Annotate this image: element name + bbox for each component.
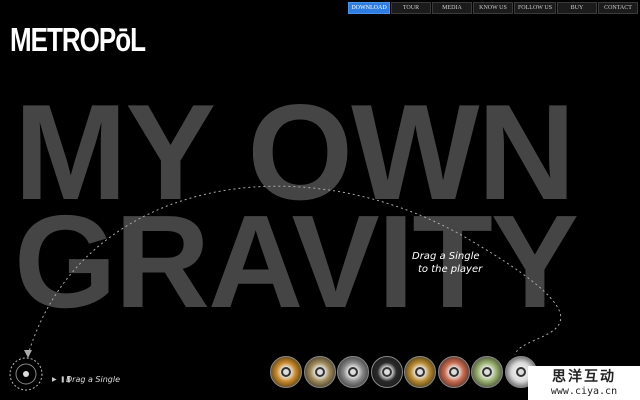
single-disc[interactable] <box>303 356 336 388</box>
disc-center <box>515 367 526 377</box>
single-disc[interactable] <box>270 356 302 388</box>
drag-hint-line-1: Drag a Single <box>412 251 480 262</box>
drag-hint: Drag a Single to the player <box>412 250 482 276</box>
disc-center <box>448 367 459 377</box>
watermark-url: www.ciya.cn <box>550 386 618 397</box>
disc-center <box>381 367 392 377</box>
watermark-title: 思洋互动 <box>552 369 616 385</box>
single-disc[interactable] <box>471 356 503 388</box>
watermark: 思洋互动 www.ciya.cn <box>528 366 640 400</box>
single-disc[interactable] <box>404 356 436 388</box>
drag-path-arc <box>24 185 562 358</box>
disc-center <box>314 367 325 377</box>
disc-center <box>281 367 291 377</box>
vinyl-record-icon[interactable] <box>8 356 48 396</box>
disc-center <box>348 367 358 377</box>
disc-center <box>482 367 492 377</box>
player-label: Drag a Single <box>66 375 121 384</box>
drag-hint-line-2: to the player <box>418 264 483 275</box>
single-disc[interactable] <box>337 356 369 388</box>
single-disc[interactable] <box>370 356 403 388</box>
disc-center <box>415 367 425 377</box>
single-disc[interactable] <box>437 356 470 388</box>
